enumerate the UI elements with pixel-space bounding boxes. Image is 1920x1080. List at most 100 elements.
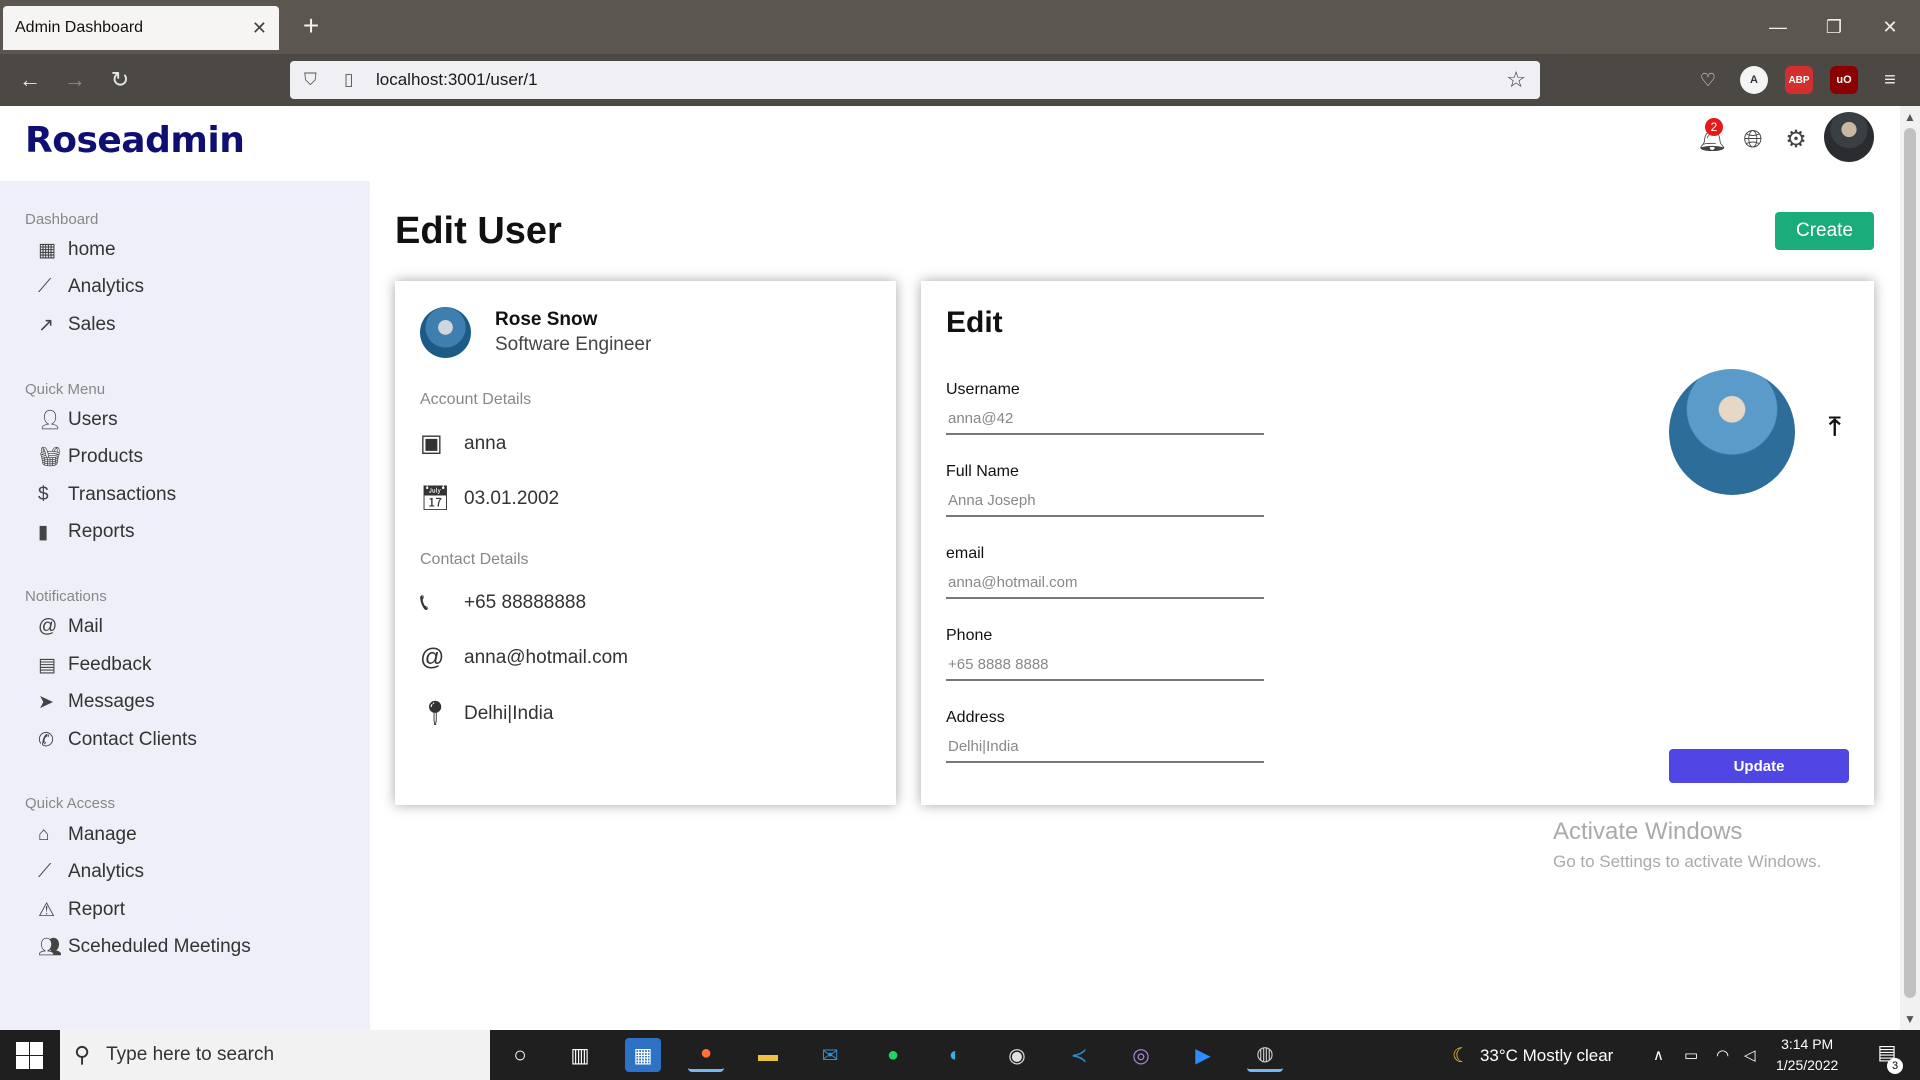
create-button[interactable]: Create xyxy=(1775,212,1874,250)
user-job-title: Software Engineer xyxy=(495,334,652,355)
upload-icon[interactable]: ⤒ xyxy=(1829,411,1841,443)
store-icon[interactable]: ▦ xyxy=(625,1038,661,1072)
sidebar-item-label: Users xyxy=(68,409,118,430)
user-address: Delhi|India xyxy=(464,702,554,724)
scroll-down-icon[interactable]: ▼ xyxy=(1904,1012,1916,1026)
scroll-up-icon[interactable]: ▲ xyxy=(1904,110,1916,124)
update-button[interactable]: Update xyxy=(1669,749,1849,783)
email-label: email xyxy=(946,545,985,562)
page-icon[interactable]: ▯ xyxy=(344,70,364,90)
back-icon[interactable]: ← xyxy=(12,62,48,98)
sidebar-item-messages[interactable]: ➤ Messages xyxy=(38,688,155,716)
sidebar-item-reports[interactable]: ▮ Reports xyxy=(38,518,135,546)
sidebar-item-contact-clients[interactable]: ✆ Contact Clients xyxy=(38,726,197,754)
cortana-icon[interactable]: ○ xyxy=(502,1038,538,1072)
trending-up-icon: ↗ xyxy=(38,314,54,336)
battery-icon[interactable]: ▭ xyxy=(1684,1046,1698,1064)
user-username-row: ▣ anna xyxy=(420,429,506,458)
gear-icon[interactable]: ⚙ xyxy=(1780,124,1812,156)
page-title: Edit User xyxy=(395,210,562,252)
extension-a-icon[interactable]: A xyxy=(1740,66,1768,94)
taskbar-search[interactable]: ⚲ Type here to search xyxy=(60,1030,490,1080)
mail-icon[interactable]: ✉ xyxy=(812,1038,848,1072)
sidebar-section-dashboard: Dashboard xyxy=(25,211,99,228)
phone-input[interactable] xyxy=(946,649,1264,681)
restore-icon[interactable]: ❐ xyxy=(1814,12,1854,42)
user-username: anna xyxy=(464,432,507,454)
close-tab-icon[interactable]: ✕ xyxy=(252,18,267,39)
update-avatar[interactable] xyxy=(1669,369,1795,495)
sidebar-item-label: Mail xyxy=(68,616,103,637)
wifi-icon[interactable]: ◠ xyxy=(1716,1046,1729,1064)
windows-start-icon[interactable] xyxy=(14,1040,44,1070)
minimize-icon[interactable]: — xyxy=(1758,12,1798,42)
address-input[interactable] xyxy=(946,731,1264,763)
globe-icon[interactable]: 🌐︎ xyxy=(1737,124,1769,156)
sidebar-item-scheduled-meetings[interactable]: 👥︎ Sceheduled Meetings xyxy=(38,933,251,961)
account-details-title: Account Details xyxy=(420,391,532,408)
spotify-icon[interactable]: ● xyxy=(875,1038,911,1072)
logo[interactable]: Roseadmin xyxy=(25,120,245,161)
clock[interactable]: 3:14 PM 1/25/2022 xyxy=(1776,1034,1838,1076)
sidebar-item-label: Analytics xyxy=(68,276,145,297)
phone-icon: 📞︎ xyxy=(420,589,429,616)
watermark-line2: Go to Settings to activate Windows. xyxy=(1553,852,1822,871)
sidebar-item-transactions[interactable]: $ Transactions xyxy=(38,481,176,509)
sidebar-item-label: Feedback xyxy=(68,654,152,675)
github-icon[interactable]: ◎ xyxy=(1123,1038,1159,1072)
avatar[interactable] xyxy=(1824,112,1874,162)
app-root: Roseadmin 🔔︎ 2 🌐︎ ⚙ Dashboard ▦ home ⟋ Ana… xyxy=(0,106,1900,1030)
sidebar-item-home[interactable]: ▦ home xyxy=(38,236,116,264)
edge-icon[interactable]: ◐ xyxy=(937,1038,973,1072)
weather-widget[interactable]: ☾ 33°C Mostly clear xyxy=(1452,1043,1613,1068)
file-explorer-icon[interactable]: ▬ xyxy=(750,1038,786,1072)
user-birthday: 03.01.2002 xyxy=(464,487,560,509)
action-center-badge: 3 xyxy=(1887,1058,1903,1074)
fullname-input[interactable] xyxy=(946,485,1264,517)
vscode-icon[interactable]: ≺ xyxy=(1061,1038,1097,1072)
adblock-plus-icon[interactable]: ABP xyxy=(1785,66,1813,94)
email-input[interactable] xyxy=(946,567,1264,599)
close-window-icon[interactable]: ✕ xyxy=(1870,12,1910,42)
notification-badge: 2 xyxy=(1705,118,1723,136)
pocket-icon[interactable]: ♡ xyxy=(1694,66,1722,94)
chevron-up-icon[interactable]: ∧ xyxy=(1653,1046,1664,1064)
new-tab-icon[interactable]: + xyxy=(294,10,328,44)
menu-icon[interactable]: ≡ xyxy=(1876,66,1904,94)
page-scrollbar[interactable]: ▲ ▼ xyxy=(1900,106,1920,1030)
sidebar-item-users[interactable]: 👤︎ Users xyxy=(38,406,118,434)
scrollbar-thumb[interactable] xyxy=(1904,128,1916,998)
account-box-icon: ▣ xyxy=(420,430,443,457)
firefox-icon[interactable]: ● xyxy=(688,1038,724,1072)
sidebar-item-label: Manage xyxy=(68,824,137,845)
app-icon[interactable]: ◍ xyxy=(1247,1038,1283,1072)
address-bar[interactable]: ⛉ ▯ localhost:3001/user/1 ☆ xyxy=(290,61,1540,99)
calendar-icon: 📅︎ xyxy=(420,485,451,512)
sidebar-item-products[interactable]: 🧺︎ Products xyxy=(38,443,143,471)
bookmark-star-icon[interactable]: ☆ xyxy=(1506,67,1526,93)
sidebar-item-mail[interactable]: @ Mail xyxy=(38,613,103,641)
sidebar-item-analytics-2[interactable]: ⟋ Analytics xyxy=(38,858,144,886)
forward-icon[interactable]: → xyxy=(57,62,93,98)
table-icon: ▦ xyxy=(38,239,56,261)
sidebar: Dashboard ▦ home ⟋ Analytics ↗ Sales Quick … xyxy=(0,181,370,1030)
whatsapp-icon: ✆ xyxy=(38,729,54,751)
volume-icon[interactable]: ◁ xyxy=(1744,1046,1756,1064)
sidebar-item-feedback[interactable]: ▤ Feedback xyxy=(38,651,151,679)
sidebar-item-sales[interactable]: ↗ Sales xyxy=(38,311,116,339)
username-input[interactable] xyxy=(946,403,1264,435)
sidebar-item-report[interactable]: ⚠ Report xyxy=(38,896,125,924)
sidebar-item-analytics[interactable]: ⟋ Analytics xyxy=(38,273,144,301)
shield-icon[interactable]: ⛉ xyxy=(304,70,326,90)
sidebar-section-quick-access: Quick Access xyxy=(25,795,116,812)
ublock-icon[interactable]: uO xyxy=(1830,66,1858,94)
username-label: Username xyxy=(946,381,1020,398)
reload-icon[interactable]: ↻ xyxy=(102,62,138,98)
task-view-icon[interactable]: ▥ xyxy=(562,1038,598,1072)
sidebar-item-manage[interactable]: ⌂ Manage xyxy=(38,821,137,849)
zoom-icon[interactable]: ▶ xyxy=(1185,1038,1221,1072)
browser-tab[interactable]: Admin Dashboard ✕ xyxy=(3,6,279,50)
sidebar-item-label: Report xyxy=(68,899,126,920)
chrome-icon[interactable]: ◉ xyxy=(999,1038,1035,1072)
url-text[interactable]: localhost:3001/user/1 xyxy=(376,70,1506,90)
